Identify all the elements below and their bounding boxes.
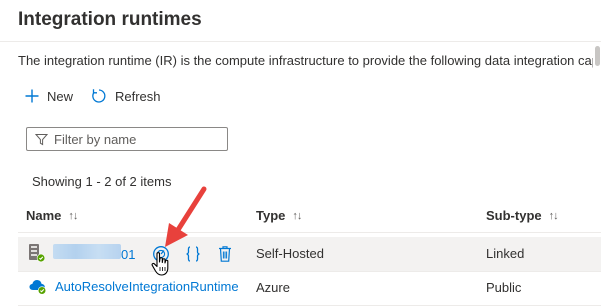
column-label: Type <box>256 208 286 223</box>
item-count: Showing 1 - 2 of 2 items <box>32 174 172 189</box>
sort-icon[interactable]: ↑↓ <box>292 210 302 222</box>
column-header-subtype[interactable]: Sub-type ↑↓ <box>486 208 559 223</box>
filter-icon <box>35 133 48 146</box>
column-label: Name <box>26 208 62 223</box>
redacted-name <box>53 244 121 259</box>
table-header: Name ↑↓ Type ↑↓ Sub-type ↑↓ <box>18 200 601 233</box>
table-row[interactable]: AutoResolveIntegrationRuntime Azure Publ… <box>18 271 601 306</box>
name-cell: 01 <box>28 243 135 263</box>
monitor-icon[interactable] <box>150 243 172 265</box>
subtype-cell: Linked <box>486 246 525 261</box>
name-cell: AutoResolveIntegrationRuntime <box>28 277 239 295</box>
refresh-icon <box>91 88 107 104</box>
subtype-cell: Public <box>486 280 522 295</box>
divider <box>0 41 601 42</box>
row-actions <box>150 243 236 265</box>
cloud-icon <box>28 277 48 295</box>
sort-icon[interactable]: ↑↓ <box>549 210 559 222</box>
column-label: Sub-type <box>486 208 542 223</box>
filter-input[interactable] <box>54 131 214 147</box>
refresh-button-label: Refresh <box>115 88 161 104</box>
runtime-name-link[interactable]: 01 <box>53 244 135 262</box>
page-title: Integration runtimes <box>18 9 202 30</box>
type-cell: Self-Hosted <box>256 246 324 261</box>
runtime-name-link[interactable]: AutoResolveIntegrationRuntime <box>55 279 239 294</box>
table-row[interactable]: 01 Self-Hosted Linked <box>18 237 601 272</box>
scrollbar-thumb[interactable] <box>595 46 600 66</box>
new-button-label: New <box>47 88 74 104</box>
column-header-type[interactable]: Type ↑↓ <box>256 208 302 223</box>
filter-box[interactable] <box>26 127 228 151</box>
new-button[interactable]: New <box>25 84 73 108</box>
column-header-name[interactable]: Name ↑↓ <box>26 208 78 223</box>
delete-icon[interactable] <box>214 243 236 265</box>
code-icon[interactable] <box>182 243 204 265</box>
sort-icon[interactable]: ↑↓ <box>68 210 78 222</box>
server-icon <box>28 243 46 263</box>
refresh-button[interactable]: Refresh <box>91 84 161 108</box>
type-cell: Azure <box>256 280 290 295</box>
page-description: The integration runtime (IR) is the comp… <box>18 53 599 68</box>
plus-icon <box>25 89 39 103</box>
